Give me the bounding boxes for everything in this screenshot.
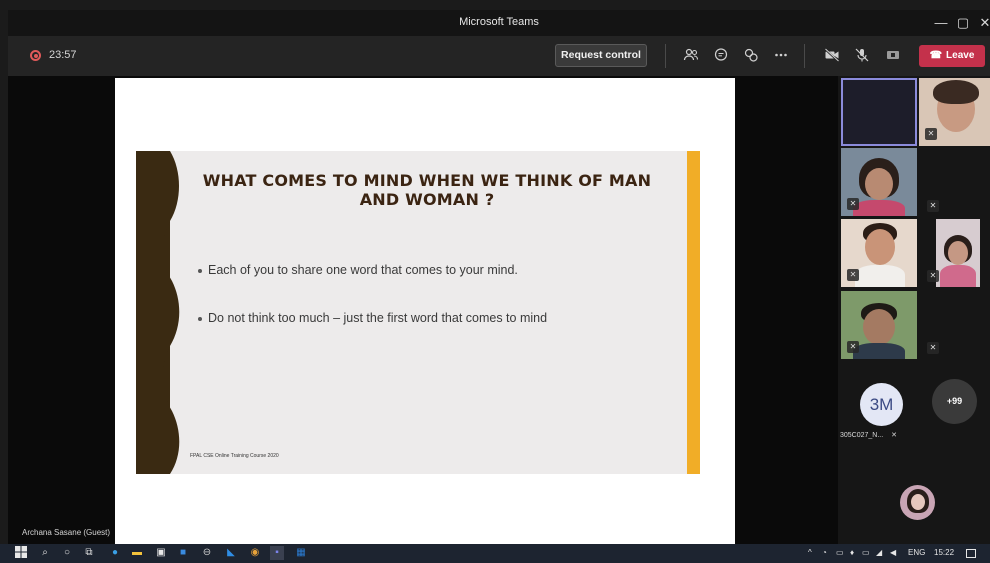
reactions-icon[interactable]: [742, 47, 760, 65]
participant-body: [853, 200, 905, 216]
slide-title: WHAT COMES TO MIND WHEN WE THINK OF MAN …: [202, 171, 652, 209]
window-title: Microsoft Teams: [459, 16, 539, 28]
chrome-icon[interactable]: ◉: [248, 546, 262, 560]
battery-icon[interactable]: ▭: [836, 548, 844, 557]
presenter-name: Archana Sasane (Guest): [22, 528, 111, 537]
more-participants-button[interactable]: +99: [932, 379, 977, 424]
display-icon[interactable]: ▭: [862, 548, 870, 557]
mic-off-icon: ✕: [847, 198, 859, 210]
participant-tile[interactable]: ✕: [841, 291, 917, 359]
task-view-icon[interactable]: ⧉: [82, 546, 96, 560]
volume-icon[interactable]: ◀: [890, 548, 896, 557]
avatar-face: [911, 494, 925, 510]
slide-decor-wave: [162, 151, 180, 474]
title-bar: Microsoft Teams — ▢ ✕: [8, 10, 990, 36]
mic-tray-icon[interactable]: ♦: [850, 548, 854, 557]
slide-accent-bar: [687, 151, 700, 474]
cortana-icon[interactable]: ○: [60, 546, 74, 560]
participant-gallery: ✕ ✕ ✕ ✕ ✕ ✕ ✕ 3M 305C027_N... ✕ +99: [838, 76, 990, 544]
maximize-button[interactable]: ▢: [954, 14, 972, 32]
app-icon[interactable]: ◣: [224, 546, 238, 560]
participant-video: [863, 309, 895, 345]
search-icon[interactable]: ⌕: [38, 546, 52, 560]
file-explorer-icon[interactable]: ▬: [130, 546, 144, 560]
windows-taskbar: ⌕ ○ ⧉ ● ▬ ▣ ■ ⊖ ◣ ◉ ▪ ▦ ^ ◔ ▭ ♦ ▭ ◢ ◀ EN…: [0, 544, 990, 563]
network-icon[interactable]: ◔: [822, 548, 827, 557]
meeting-toolbar: 23:57 Request control ☎ Leave: [8, 36, 990, 76]
mic-off-icon[interactable]: [853, 47, 871, 65]
leave-button[interactable]: ☎ Leave: [919, 45, 985, 67]
participant-tile[interactable]: ✕: [841, 219, 917, 287]
recording-icon: [30, 50, 41, 61]
participant-tile[interactable]: ✕: [841, 148, 917, 216]
camera-off-icon[interactable]: [823, 47, 841, 65]
edge-icon[interactable]: ●: [108, 546, 122, 560]
participant-video: [865, 229, 895, 265]
participant-body: [855, 265, 905, 287]
slide-footer: FPAL CSE Online Training Course 2020: [190, 453, 279, 459]
more-icon[interactable]: [772, 47, 790, 65]
participant-name: 305C027_N... ✕: [840, 431, 897, 439]
chat-icon[interactable]: [712, 47, 730, 65]
bullet-dot: [198, 268, 202, 273]
teams-window: Microsoft Teams — ▢ ✕ 23:57 Request cont…: [0, 0, 990, 563]
teams-icon[interactable]: ▪: [270, 546, 284, 560]
presentation-slide: WHAT COMES TO MIND WHEN WE THINK OF MAN …: [115, 78, 735, 544]
participant-video: [865, 168, 893, 200]
mic-off-icon: ✕: [925, 128, 937, 140]
shared-content-stage: WHAT COMES TO MIND WHEN WE THINK OF MAN …: [8, 76, 838, 544]
mail-icon[interactable]: ■: [176, 546, 190, 560]
participant-hair: [933, 80, 979, 104]
participant-body: [940, 265, 976, 287]
share-tray-icon[interactable]: [884, 47, 902, 65]
request-control-button[interactable]: Request control: [555, 44, 647, 67]
bullet-dot: [198, 316, 202, 321]
mic-off-icon: ✕: [847, 341, 859, 353]
participant-body: [853, 343, 905, 359]
word-icon[interactable]: ▦: [294, 546, 308, 560]
slide-bullet: Each of you to share one word that comes…: [198, 263, 518, 277]
mic-off-icon: ✕: [847, 269, 859, 281]
windows-start-icon[interactable]: [14, 546, 28, 560]
participant-avatar[interactable]: 3M: [860, 383, 903, 426]
language-indicator[interactable]: ENG: [908, 548, 925, 557]
participant-tile[interactable]: ✕: [919, 78, 990, 146]
phone-hangup-icon: ☎: [929, 50, 943, 61]
meeting-timer: 23:57: [49, 49, 77, 61]
mic-off-icon: ✕: [927, 342, 939, 354]
clock[interactable]: 15:22: [934, 548, 954, 557]
notifications-icon[interactable]: [966, 549, 976, 558]
self-video-tile[interactable]: [841, 78, 917, 146]
bullet-text: Each of you to share one word that comes…: [208, 263, 518, 277]
toolbar-divider: [804, 44, 805, 68]
mic-off-icon: ✕: [927, 270, 939, 282]
participant-name-text: 305C027_N...: [840, 432, 884, 439]
mic-off-icon: ✕: [891, 432, 898, 439]
people-icon[interactable]: [682, 47, 700, 65]
mic-off-icon: ✕: [927, 200, 939, 212]
minimize-button[interactable]: —: [932, 14, 950, 32]
slide-body: WHAT COMES TO MIND WHEN WE THINK OF MAN …: [136, 151, 700, 474]
slide-bullet: Do not think too much – just the first w…: [198, 311, 547, 325]
store-icon[interactable]: ▣: [154, 546, 168, 560]
close-button[interactable]: ✕: [976, 14, 990, 32]
participant-video: [948, 241, 968, 265]
participant-tile[interactable]: [936, 219, 980, 287]
leave-label: Leave: [946, 50, 975, 61]
speaker-avatar[interactable]: [900, 485, 935, 520]
toolbar-divider: [665, 44, 666, 68]
media-icon[interactable]: ⊖: [200, 546, 214, 560]
bullet-text: Do not think too much – just the first w…: [208, 311, 548, 325]
tray-chevron-icon[interactable]: ^: [808, 548, 812, 557]
wifi-icon[interactable]: ◢: [876, 548, 882, 557]
